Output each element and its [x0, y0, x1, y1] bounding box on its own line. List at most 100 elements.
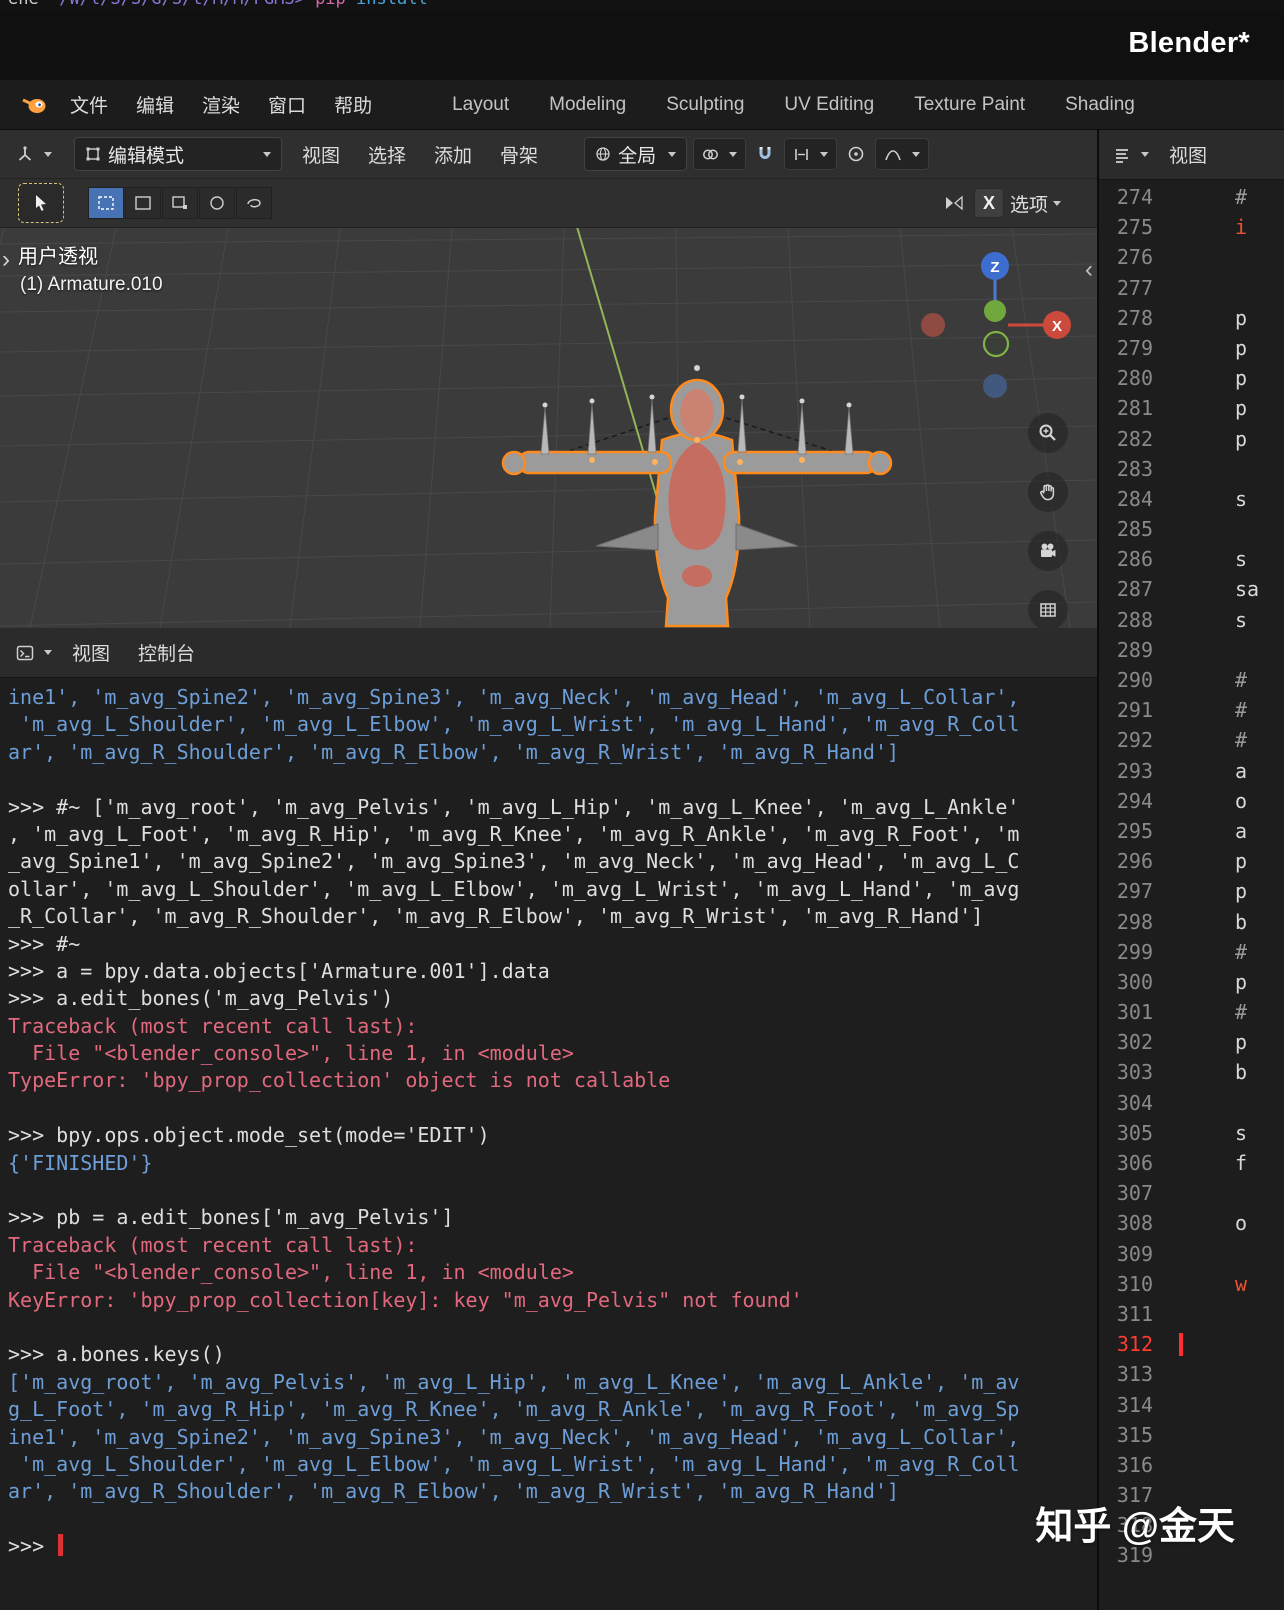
editor-line[interactable]: 308 o [1099, 1208, 1284, 1238]
editor-line[interactable]: 309 [1099, 1239, 1284, 1269]
editor-line[interactable]: 275 i [1099, 212, 1284, 242]
menu-help[interactable]: 帮助 [320, 85, 386, 124]
console-menu-view[interactable]: 视图 [58, 633, 124, 672]
camera-view-button[interactable] [1028, 531, 1068, 571]
orientation-dropdown[interactable]: 全局 [584, 137, 688, 171]
editor-line[interactable]: 302 p [1099, 1027, 1284, 1057]
active-tool-button[interactable] [18, 183, 64, 223]
proportional-circle-icon [848, 146, 864, 162]
tab-modeling[interactable]: Modeling [529, 82, 646, 128]
editor-line[interactable]: 285 [1099, 514, 1284, 544]
editor-line[interactable]: 311 [1099, 1299, 1284, 1329]
editor-line[interactable]: 314 [1099, 1390, 1284, 1420]
tab-uv-editing[interactable]: UV Editing [764, 82, 894, 128]
panel-expand-chevron[interactable]: › [2, 246, 10, 274]
viewport-menu-armature[interactable]: 骨架 [486, 135, 552, 174]
line-number: 291 [1116, 698, 1153, 723]
editor-line[interactable]: 298 b [1099, 907, 1284, 937]
editor-line[interactable]: 287 sa [1099, 574, 1284, 604]
editor-code-area[interactable]: 274 #275 i 276 277 278 p 279 p 280 p 281 p 282 p 283 284… [1099, 180, 1284, 1571]
editor-line[interactable]: 293 a [1099, 756, 1284, 786]
select-mode-box-new[interactable] [162, 187, 198, 219]
text-editor-type-dropdown[interactable] [1107, 142, 1155, 168]
menu-file[interactable]: 文件 [56, 85, 122, 124]
menu-window[interactable]: 窗口 [254, 85, 320, 124]
editor-line[interactable]: 306 f [1099, 1148, 1284, 1178]
editor-line[interactable]: 284 s [1099, 484, 1284, 514]
editor-line[interactable]: 295 a [1099, 816, 1284, 846]
viewport-canvas[interactable]: › 用户透视 (1) Armature.010 ‹ Z X [0, 228, 1097, 628]
console-output[interactable]: ine1', 'm_avg_Spine2', 'm_avg_Spine3', '… [0, 678, 1097, 1567]
select-mode-lasso[interactable] [236, 187, 272, 219]
tab-shading[interactable]: Shading [1045, 82, 1155, 128]
editor-line[interactable]: 305 s [1099, 1118, 1284, 1148]
editor-line[interactable]: 304 [1099, 1088, 1284, 1118]
snap-with-dropdown[interactable] [784, 138, 838, 170]
editor-line[interactable]: 300 p [1099, 967, 1284, 997]
blender-logo-icon[interactable] [20, 93, 48, 117]
select-mode-circle[interactable] [199, 187, 235, 219]
gizmo-y-negative[interactable] [982, 330, 1010, 358]
editor-line[interactable]: 313 [1099, 1359, 1284, 1389]
editor-type-dropdown[interactable] [10, 141, 58, 167]
viewport-editor-icon [18, 146, 32, 161]
console-editor-type-dropdown[interactable] [10, 640, 58, 666]
proportional-editing-toggle[interactable] [843, 143, 869, 165]
editor-line[interactable]: 274 # [1099, 182, 1284, 212]
menu-render[interactable]: 渲染 [188, 85, 254, 124]
pan-button[interactable] [1028, 472, 1068, 512]
editor-line[interactable]: 277 [1099, 273, 1284, 303]
mirror-x-toggle[interactable]: X [973, 188, 1004, 218]
console-menu-console[interactable]: 控制台 [124, 633, 209, 672]
sidebar-collapse-chevron[interactable]: ‹ [1085, 256, 1093, 284]
editor-line[interactable]: 286 s [1099, 544, 1284, 574]
navigation-gizmo[interactable]: Z X [913, 246, 1078, 421]
viewport-menu-select[interactable]: 选择 [354, 135, 420, 174]
editor-line[interactable]: 315 [1099, 1420, 1284, 1450]
editor-line[interactable]: 316 [1099, 1450, 1284, 1480]
editor-line[interactable]: 278 p [1099, 303, 1284, 333]
editor-line[interactable]: 291 # [1099, 695, 1284, 725]
gizmo-z-negative[interactable] [983, 374, 1007, 398]
editor-line[interactable]: 307 [1099, 1178, 1284, 1208]
tab-texture-paint[interactable]: Texture Paint [894, 82, 1045, 128]
editor-line[interactable]: 296 p [1099, 846, 1284, 876]
falloff-dropdown[interactable] [875, 138, 930, 170]
editor-line[interactable]: 303 b [1099, 1057, 1284, 1087]
editor-line[interactable]: 281 p [1099, 393, 1284, 423]
editor-line[interactable]: 299 # [1099, 937, 1284, 967]
snap-toggle[interactable] [752, 143, 778, 165]
menu-edit[interactable]: 编辑 [122, 85, 188, 124]
select-mode-tweak[interactable] [88, 187, 124, 219]
editor-line[interactable]: 310 w [1099, 1269, 1284, 1299]
line-number: 311 [1116, 1301, 1153, 1326]
perspective-grid-button[interactable] [1028, 590, 1068, 628]
editor-menu-view[interactable]: 视图 [1155, 135, 1221, 174]
editor-line[interactable]: 289 [1099, 635, 1284, 665]
editor-line[interactable]: 280 p [1099, 363, 1284, 393]
editor-line[interactable]: 288 s [1099, 605, 1284, 635]
editor-line[interactable]: 292 # [1099, 725, 1284, 755]
editor-line[interactable]: 312 [1099, 1329, 1284, 1359]
zoom-button[interactable] [1028, 413, 1068, 453]
line-number: 290 [1116, 668, 1153, 692]
gizmo-y-axis[interactable] [984, 300, 1006, 322]
pivot-point-dropdown[interactable] [693, 138, 747, 170]
gizmo-x-negative[interactable] [921, 313, 945, 337]
editor-line[interactable]: 301 # [1099, 997, 1284, 1027]
editor-line[interactable]: 279 p [1099, 333, 1284, 363]
editor-line[interactable]: 297 p [1099, 876, 1284, 906]
select-mode-box[interactable] [125, 187, 161, 219]
viewport-menu-view[interactable]: 视图 [288, 135, 354, 174]
editor-line[interactable]: 283 [1099, 454, 1284, 484]
editor-line[interactable]: 290 # [1099, 665, 1284, 695]
mode-dropdown[interactable]: 编辑模式 [74, 137, 282, 171]
options-dropdown[interactable]: 选项 [1010, 190, 1061, 217]
editor-line[interactable]: 294 o [1099, 786, 1284, 816]
viewport-menu-add[interactable]: 添加 [420, 135, 486, 174]
editor-line[interactable]: 282 p [1099, 424, 1284, 454]
tab-layout[interactable]: Layout [432, 82, 529, 128]
tab-sculpting[interactable]: Sculpting [646, 82, 764, 128]
editor-line[interactable]: 276 [1099, 242, 1284, 272]
